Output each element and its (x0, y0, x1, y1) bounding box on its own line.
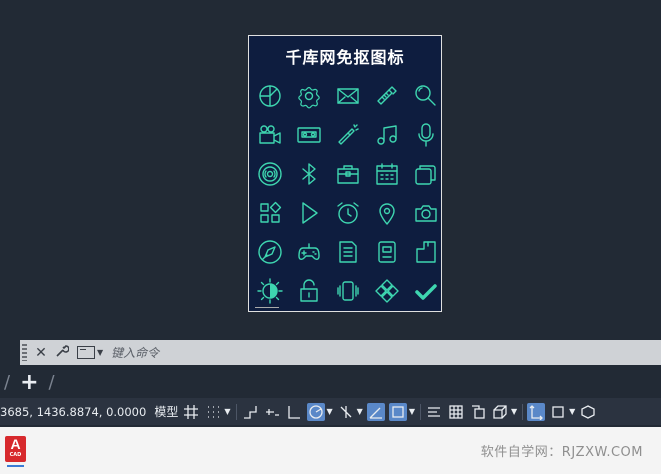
divider (419, 403, 421, 420)
command-line: ✕ ▼ (20, 340, 661, 365)
model-space-button[interactable]: 模型 (154, 403, 178, 420)
cassette-icon (289, 115, 328, 154)
command-input[interactable] (109, 344, 614, 361)
snap-icon[interactable] (204, 403, 222, 421)
pie-chart-icon (250, 76, 289, 115)
ortho-icon[interactable] (285, 403, 303, 421)
music-note-icon (367, 115, 406, 154)
viewport-icon[interactable] (549, 403, 567, 421)
close-icon[interactable]: ✕ (34, 345, 48, 361)
cards-icon (406, 154, 445, 193)
apps-icon (250, 193, 289, 232)
annotation-scale-icon[interactable] (527, 402, 546, 421)
settings-icon (289, 76, 328, 115)
gamepad-icon (289, 232, 328, 271)
object-snap-tracking-icon[interactable] (366, 402, 385, 421)
layout-tabs: / + / (0, 369, 661, 396)
mail-icon (328, 76, 367, 115)
chevron-down-icon[interactable]: ▼ (511, 407, 517, 416)
drag-grip-icon[interactable] (22, 344, 27, 361)
coordinate-readout[interactable]: 3685, 1436.8874, 0.0000 (0, 405, 146, 419)
app-icon-caption: CAD (9, 452, 22, 458)
camera-icon (406, 193, 445, 232)
wrench-icon[interactable] (55, 344, 70, 362)
checkmark-icon (406, 271, 445, 310)
chevron-down-icon[interactable]: ▼ (409, 407, 415, 416)
lineweight-icon[interactable] (425, 403, 443, 421)
search-icon (406, 76, 445, 115)
tab-divider: / (4, 372, 11, 393)
polar-tracking-icon[interactable] (306, 402, 325, 421)
isodraft-icon[interactable] (337, 403, 355, 421)
divider (522, 403, 524, 420)
briefcase-icon (328, 154, 367, 193)
grid-icon[interactable] (182, 403, 200, 421)
video-camera-icon (250, 115, 289, 154)
compass-icon (250, 232, 289, 271)
sd-card-icon (406, 232, 445, 271)
app-icon-letter: A (10, 436, 21, 452)
object-snap-icon[interactable] (388, 402, 407, 421)
icon-sheet: 千库网免抠图标 (248, 35, 442, 312)
active-app-indicator (7, 465, 24, 467)
robot-icon (367, 232, 406, 271)
terminal-icon (77, 346, 95, 359)
vibrate-icon (328, 271, 367, 310)
command-prompt-button[interactable]: ▼ (77, 346, 103, 359)
alarm-clock-icon (328, 193, 367, 232)
document-icon (328, 232, 367, 271)
usb-drive-icon (367, 76, 406, 115)
puzzle-icon (367, 271, 406, 310)
location-pin-icon (367, 193, 406, 232)
taskbar: A CAD 软件自学网：RJZXW.COM (0, 427, 661, 474)
transparency-icon[interactable] (447, 403, 465, 421)
sheet-title: 千库网免抠图标 (285, 48, 405, 67)
flashlight-icon (328, 115, 367, 154)
chevron-down-icon[interactable]: ▼ (569, 407, 575, 416)
add-layout-button[interactable]: + (20, 370, 38, 395)
3d-osnap-icon[interactable] (491, 403, 509, 421)
signal-icon (250, 154, 289, 193)
chevron-down-icon[interactable]: ▼ (224, 407, 230, 416)
icon-grid (249, 76, 444, 310)
tab-divider: / (48, 372, 55, 393)
workspace-icon[interactable] (579, 403, 597, 421)
chevron-down-icon[interactable]: ▼ (357, 407, 363, 416)
chevron-down-icon[interactable]: ▼ (327, 407, 333, 416)
play-icon (289, 193, 328, 232)
selection-cycling-icon[interactable] (469, 403, 487, 421)
sheet-footer-line (255, 307, 279, 308)
chevron-down-icon: ▼ (97, 348, 104, 357)
microphone-icon (406, 115, 445, 154)
watermark: 软件自学网：RJZXW.COM (480, 445, 643, 460)
bluetooth-icon (289, 154, 328, 193)
lock-icon (289, 271, 328, 310)
dynamic-input-icon[interactable] (263, 403, 281, 421)
divider (235, 403, 237, 420)
status-bar: 3685, 1436.8874, 0.0000 模型 ▼ ▼ ▼ ▼ ▼ ▼ (0, 398, 661, 425)
autocad-app-icon[interactable]: A CAD (5, 436, 26, 462)
infer-constraints-icon[interactable] (241, 403, 259, 421)
calendar-icon (367, 154, 406, 193)
drawing-canvas[interactable]: 千库网免抠图标 (0, 0, 661, 340)
brightness-icon (250, 271, 289, 310)
